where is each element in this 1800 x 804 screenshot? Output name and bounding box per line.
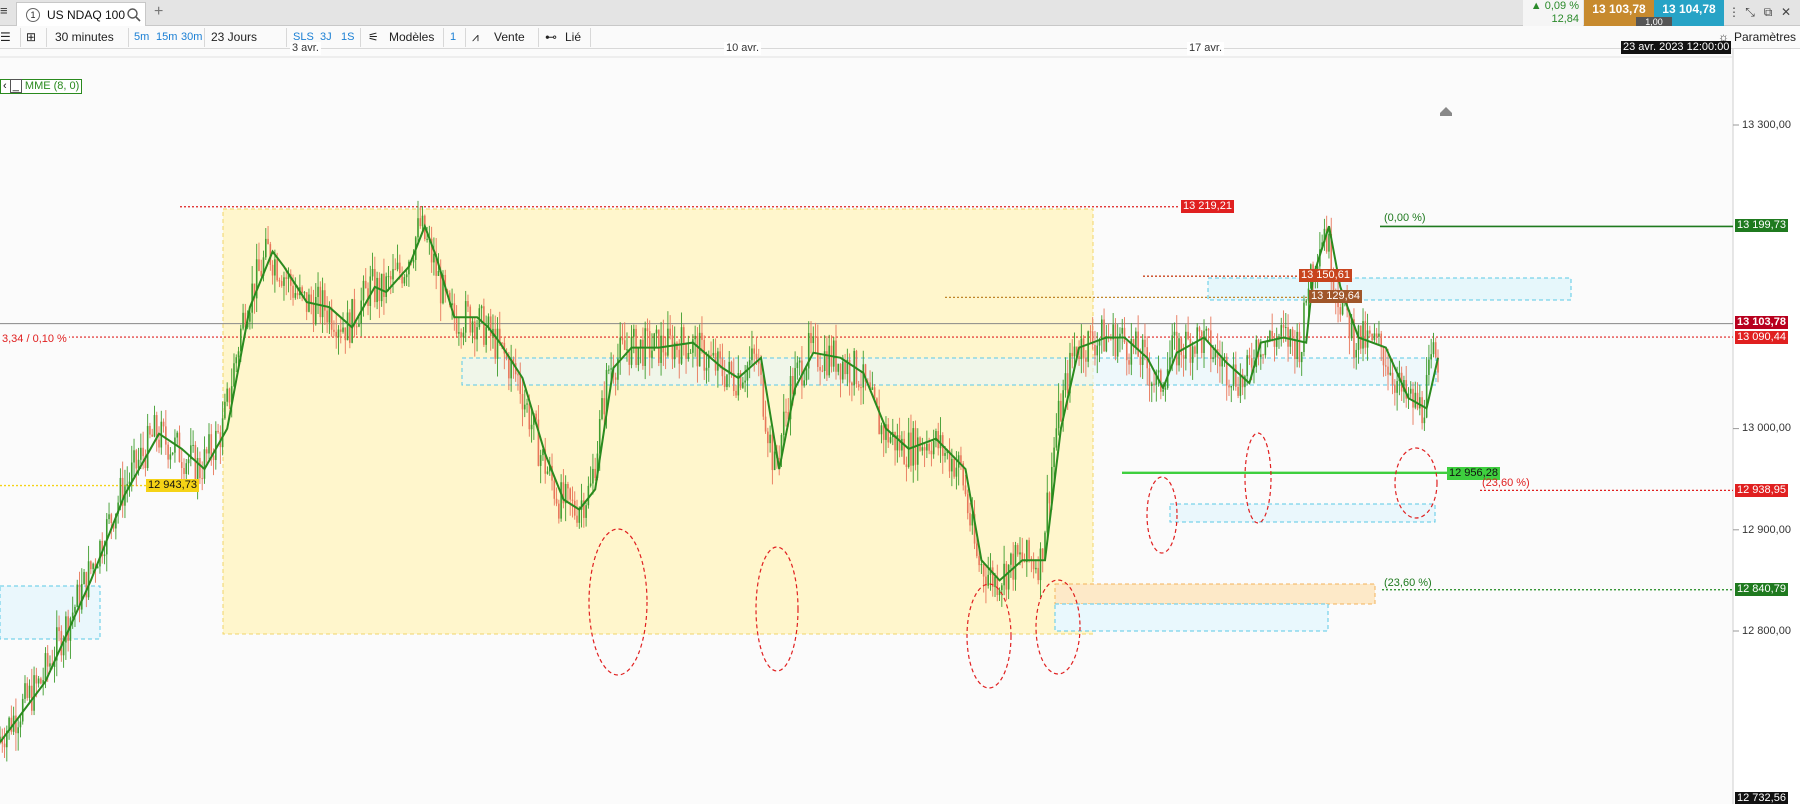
change-display: ▲ 0,09 % 12,84 bbox=[1523, 0, 1583, 26]
axis-level-13199: 13 199,73 bbox=[1735, 219, 1788, 232]
demand-zone-right bbox=[1169, 503, 1436, 523]
level-label-12943: 12 943,73 bbox=[146, 479, 199, 492]
candle bbox=[1114, 318, 1117, 361]
axis-reference-price: 13 090,44 bbox=[1735, 331, 1788, 344]
crosshair-date-label: 23 avr. 2023 12:00:00 bbox=[1621, 41, 1732, 54]
level-label-13150: 13 150,61 bbox=[1299, 269, 1352, 282]
chart-canvas[interactable] bbox=[0, 49, 1800, 804]
timeframe-30m-button[interactable]: 30m bbox=[181, 29, 202, 46]
y-tick-label: 13 300,00 bbox=[1742, 119, 1791, 131]
supply-zone-mid bbox=[461, 357, 1437, 386]
sell-button[interactable]: Vente bbox=[494, 29, 525, 46]
layout-icon[interactable]: ⊞ bbox=[26, 29, 36, 46]
fib-label: (0,00 %) bbox=[1384, 212, 1426, 224]
reference-left-label: 3,34 / 0,10 % bbox=[0, 333, 69, 346]
level-label-13219: 13 219,21 bbox=[1181, 200, 1234, 213]
settings-button[interactable]: Paramètres bbox=[1734, 29, 1796, 46]
candle bbox=[351, 298, 353, 344]
x-tick-label: 3 avr. bbox=[290, 42, 321, 55]
chart-toolbar: ☰ ⊞ 30 minutes 5m 15m 30m 23 Jours SLS 3… bbox=[0, 26, 1800, 49]
price-chart[interactable]: 3 avr. 10 avr. 17 avr. 23 avr. 2023 12:0… bbox=[0, 41, 1800, 804]
link-icon[interactable]: ⊷ bbox=[545, 29, 557, 46]
models-icon[interactable]: ⚟ bbox=[368, 29, 379, 46]
consolidation-zone bbox=[222, 208, 1094, 635]
candle bbox=[1303, 295, 1305, 357]
axis-bottom-price: 12 732,56 bbox=[1735, 792, 1788, 804]
fib-label: (23,60 %) bbox=[1482, 477, 1530, 489]
candle bbox=[635, 324, 637, 368]
timeframe-15m-button[interactable]: 15m bbox=[156, 29, 177, 46]
demand-zone-low bbox=[1054, 603, 1329, 632]
list-icon[interactable]: ☰ bbox=[0, 29, 11, 46]
count-badge[interactable]: 1 bbox=[450, 29, 456, 46]
tab-us-ndaq[interactable]: 1 US NDAQ 100 bbox=[16, 2, 146, 26]
collapse-icon[interactable]: ‹ bbox=[3, 80, 7, 92]
supply-zone-top bbox=[1207, 277, 1572, 301]
axis-level-12840: 12 840,79 bbox=[1735, 583, 1788, 596]
more-icon[interactable]: ⋮ bbox=[1726, 5, 1742, 21]
indicator-name: MME (8, 0) bbox=[24, 80, 80, 92]
axis-level-12938: 12 938,95 bbox=[1735, 484, 1788, 497]
tab-bar: ≡ 1 US NDAQ 100 + ▲ 0,09 % 12,84 13 103,… bbox=[0, 0, 1800, 27]
fib-label: (23,60 %) bbox=[1384, 577, 1432, 589]
candle bbox=[832, 336, 835, 372]
period-3j-button[interactable]: 3J bbox=[320, 29, 332, 46]
models-button[interactable]: Modèles bbox=[389, 29, 434, 46]
x-tick-label: 10 avr. bbox=[724, 42, 762, 55]
y-tick-label: 12 800,00 bbox=[1742, 625, 1791, 637]
linked-button[interactable]: Lié bbox=[565, 29, 581, 46]
change-points: 12,84 bbox=[1551, 13, 1579, 25]
x-tick-label: 17 avr. bbox=[1187, 42, 1225, 55]
y-tick-label: 13 000,00 bbox=[1742, 422, 1791, 434]
compress-icon[interactable]: ⤡ bbox=[1742, 5, 1758, 21]
level-label-13129: 13 129,64 bbox=[1309, 290, 1362, 303]
candle bbox=[469, 304, 472, 336]
tab-number: 1 bbox=[26, 8, 40, 22]
demand-zone-orange bbox=[1054, 583, 1376, 605]
sell-chart-icon[interactable]: ⩘ bbox=[472, 29, 479, 46]
timeframe-select[interactable]: 30 minutes bbox=[55, 29, 114, 46]
popout-icon[interactable]: ⧉ bbox=[1760, 5, 1776, 21]
candle bbox=[349, 309, 351, 349]
indicator-legend[interactable]: ‹ _ MME (8, 0) bbox=[0, 79, 83, 94]
search-icon[interactable] bbox=[126, 7, 142, 23]
change-percent: ▲ 0,09 % bbox=[1530, 0, 1579, 12]
axis-current-price: 13 103,78 bbox=[1735, 316, 1788, 329]
period-1s-button[interactable]: 1S bbox=[341, 29, 354, 46]
candle bbox=[739, 370, 742, 390]
minimize-icon[interactable]: _ bbox=[9, 79, 22, 93]
add-tab-button[interactable]: + bbox=[154, 3, 163, 21]
period-select[interactable]: 23 Jours bbox=[211, 29, 257, 46]
instrument-title: US NDAQ 100 bbox=[47, 8, 126, 22]
y-tick-label: 12 900,00 bbox=[1742, 524, 1791, 536]
hamburger-icon[interactable]: ≡ bbox=[0, 3, 12, 23]
timeframe-5m-button[interactable]: 5m bbox=[134, 29, 149, 46]
close-icon[interactable]: ✕ bbox=[1778, 5, 1794, 21]
